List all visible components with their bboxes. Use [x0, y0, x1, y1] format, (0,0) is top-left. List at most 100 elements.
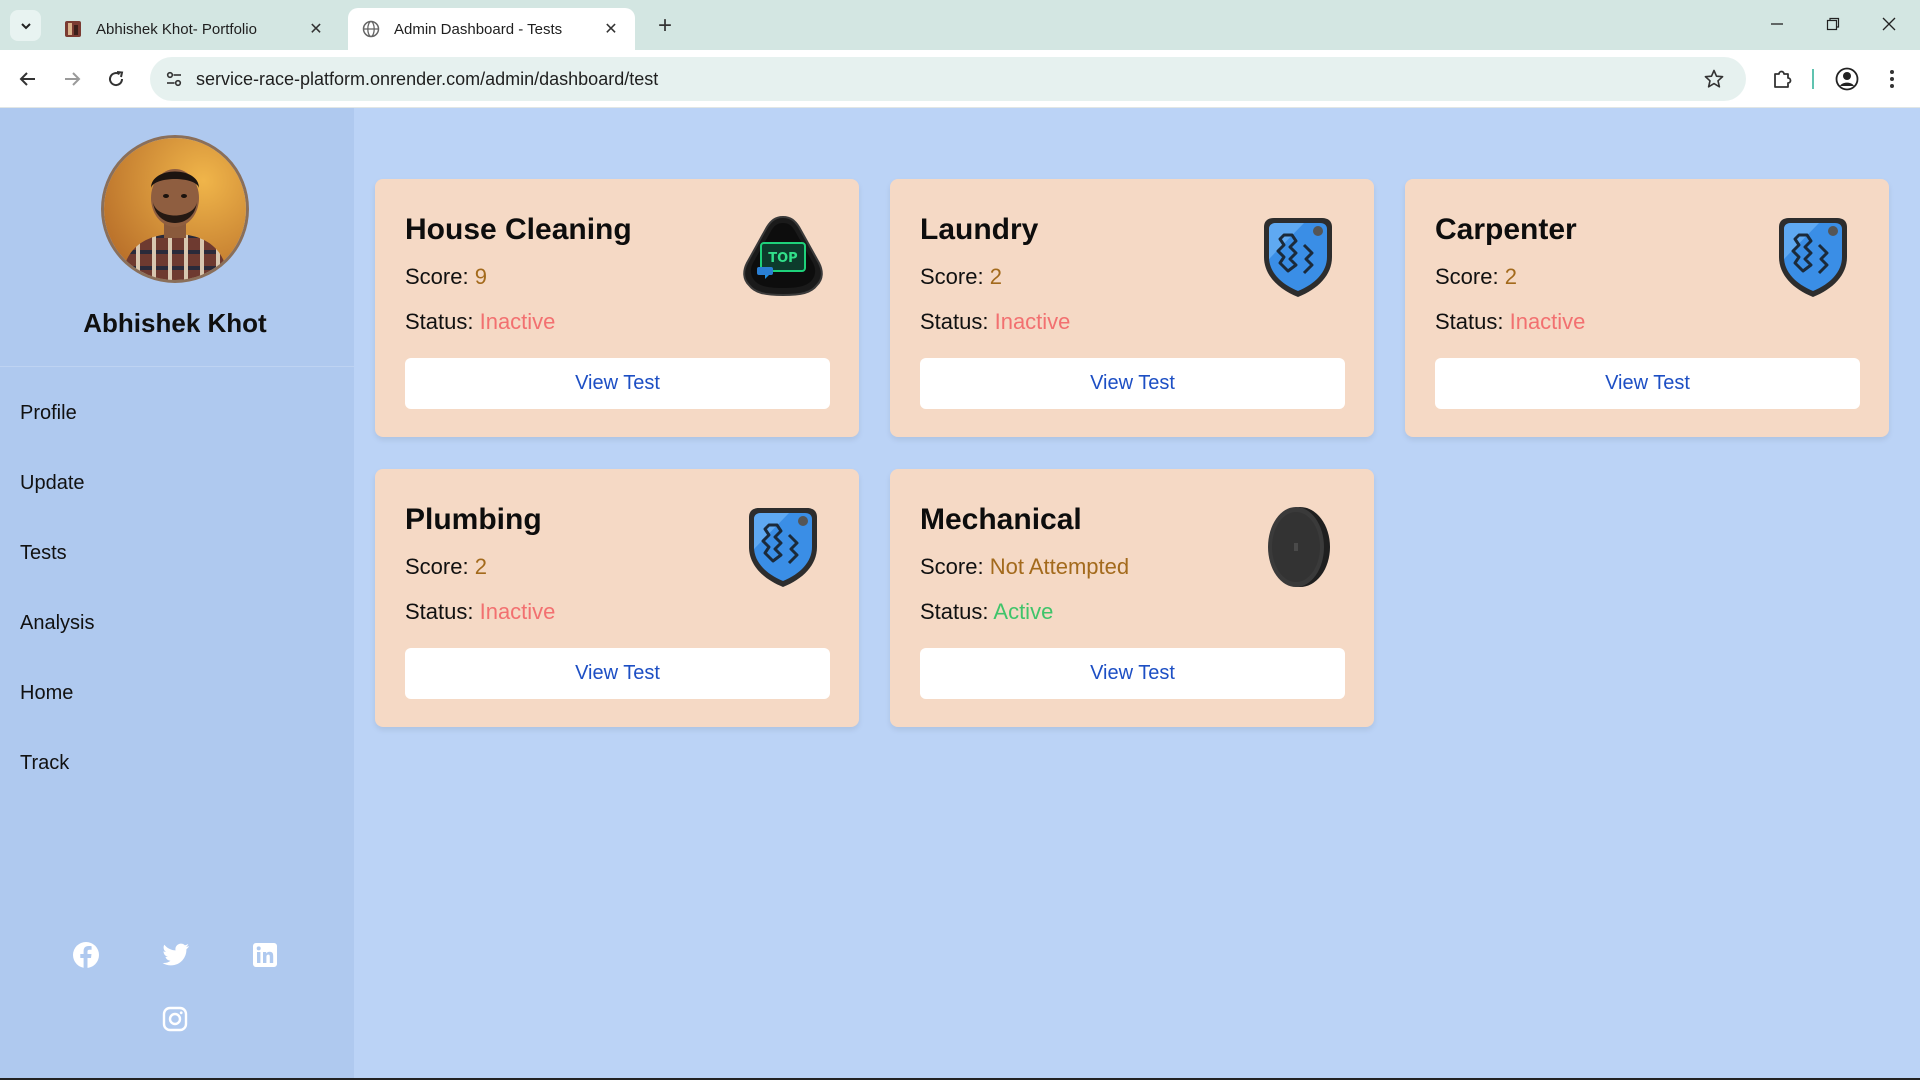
- sidebar-item-track[interactable]: Track: [0, 728, 354, 798]
- status-value: Inactive: [994, 309, 1071, 334]
- account-icon: [1835, 67, 1859, 91]
- close-icon[interactable]: ✕: [601, 19, 621, 39]
- status-line: Status: Inactive: [920, 309, 1070, 335]
- bookmark-star-icon[interactable]: [1702, 67, 1726, 91]
- tab-title: Abhishek Khot- Portfolio: [96, 20, 257, 38]
- status-label: Status:: [1435, 309, 1510, 334]
- status-line: Status: Active: [920, 599, 1053, 625]
- shield-badge-icon: [1254, 213, 1342, 301]
- card-title: Laundry: [920, 213, 1039, 246]
- globe-icon: [362, 20, 380, 38]
- avatar: [101, 135, 249, 283]
- restore-icon: [1826, 17, 1840, 31]
- toolbar-divider: [1812, 69, 1814, 89]
- restore-button[interactable]: [1810, 6, 1856, 42]
- test-card-plumbing: Plumbing Score: 2 Status: Inactive View …: [375, 469, 859, 727]
- profile-name: Abhishek Khot: [83, 308, 267, 338]
- top-badge-icon: TOP: [739, 213, 827, 301]
- status-label: Status:: [405, 309, 480, 334]
- puzzle-icon: [1774, 70, 1792, 88]
- site-info-icon[interactable]: [160, 65, 188, 93]
- test-card-mechanical: Mechanical Score: Not Attempted Status: …: [890, 469, 1374, 727]
- score-label: Score:: [1435, 264, 1505, 289]
- more-vertical-icon: [1890, 70, 1894, 88]
- score-value: 2: [989, 264, 1002, 289]
- status-value: Inactive: [479, 599, 556, 624]
- sidebar-item-home[interactable]: Home: [0, 658, 354, 728]
- view-test-button[interactable]: View Test: [920, 648, 1345, 699]
- view-test-button[interactable]: View Test: [405, 648, 830, 699]
- status-value: Inactive: [479, 309, 556, 334]
- sidebar-nav: Profile Update Tests Analysis Home Track: [0, 378, 354, 798]
- browser-tabstrip: Abhishek Khot- Portfolio ✕ Admin Dashboa…: [0, 0, 1920, 50]
- score-value: Not Attempted: [989, 554, 1130, 579]
- status-label: Status:: [405, 599, 480, 624]
- tab-admin-dashboard[interactable]: Admin Dashboard - Tests ✕: [348, 8, 635, 50]
- test-card-house-cleaning: House Cleaning Score: 9 Status: Inactive…: [375, 179, 859, 437]
- reload-icon: [109, 71, 124, 87]
- minimize-icon: [1771, 23, 1783, 25]
- view-test-button[interactable]: View Test: [1435, 358, 1860, 409]
- linkedin-icon[interactable]: [250, 940, 280, 970]
- score-value: 2: [474, 554, 487, 579]
- score-label: Score:: [405, 554, 475, 579]
- extensions-button[interactable]: [1766, 63, 1798, 95]
- score-value: 9: [474, 264, 487, 289]
- status-value: Inactive: [1509, 309, 1586, 334]
- minimize-button[interactable]: [1754, 6, 1800, 42]
- status-line: Status: Inactive: [405, 599, 555, 625]
- sidebar: Abhishek Khot Profile Update Tests Analy…: [0, 108, 354, 1078]
- score-line: Score: 2: [1435, 264, 1517, 290]
- card-title: Carpenter: [1435, 213, 1577, 246]
- back-button[interactable]: [12, 63, 44, 95]
- view-test-button[interactable]: View Test: [920, 358, 1345, 409]
- sidebar-item-analysis[interactable]: Analysis: [0, 588, 354, 658]
- url-text[interactable]: service-race-platform.onrender.com/admin…: [196, 69, 658, 90]
- score-line: Score: 9: [405, 264, 487, 290]
- sidebar-item-update[interactable]: Update: [0, 448, 354, 518]
- close-icon[interactable]: ✕: [306, 19, 326, 39]
- status-value: Active: [993, 599, 1054, 624]
- score-line: Score: 2: [405, 554, 487, 580]
- forward-button[interactable]: [56, 63, 88, 95]
- browser-toolbar: service-race-platform.onrender.com/admin…: [0, 50, 1920, 108]
- instagram-icon[interactable]: [160, 1004, 190, 1034]
- test-card-carpenter: Carpenter Score: 2 Status: Inactive View…: [1405, 179, 1889, 437]
- score-line: Score: Not Attempted: [920, 554, 1129, 580]
- svg-text:TOP: TOP: [768, 251, 797, 266]
- address-bar[interactable]: service-race-platform.onrender.com/admin…: [150, 57, 1746, 101]
- chevron-down-icon: [20, 22, 31, 29]
- sidebar-item-profile[interactable]: Profile: [0, 378, 354, 448]
- reload-button[interactable]: [100, 63, 132, 95]
- status-label: Status:: [920, 599, 994, 624]
- status-line: Status: Inactive: [405, 309, 555, 335]
- new-tab-button[interactable]: +: [652, 12, 678, 39]
- sidebar-divider: [0, 366, 354, 367]
- card-title: House Cleaning: [405, 213, 632, 246]
- score-line: Score: 2: [920, 264, 1002, 290]
- test-card-laundry: Laundry Score: 2 Status: Inactive View T…: [890, 179, 1374, 437]
- score-value: 2: [1504, 264, 1517, 289]
- card-title: Plumbing: [405, 503, 542, 536]
- menu-button[interactable]: [1876, 63, 1908, 95]
- sidebar-item-tests[interactable]: Tests: [0, 518, 354, 588]
- tab-search-button[interactable]: [10, 10, 41, 41]
- score-label: Score:: [920, 264, 990, 289]
- score-label: Score:: [920, 554, 990, 579]
- tab-title: Admin Dashboard - Tests: [394, 20, 563, 38]
- arrow-left-icon: [19, 72, 35, 86]
- portfolio-favicon-icon: [64, 20, 82, 38]
- twitter-icon[interactable]: [161, 940, 191, 970]
- status-label: Status:: [920, 309, 995, 334]
- shield-badge-icon: [1769, 213, 1857, 301]
- arrow-right-icon: [65, 72, 81, 86]
- score-label: Score:: [405, 264, 475, 289]
- tab-portfolio[interactable]: Abhishek Khot- Portfolio ✕: [50, 8, 340, 50]
- status-line: Status: Inactive: [1435, 309, 1585, 335]
- window-close-button[interactable]: [1866, 6, 1912, 42]
- view-test-button[interactable]: View Test: [405, 358, 830, 409]
- facebook-icon[interactable]: [71, 940, 101, 970]
- shield-badge-icon: [739, 503, 827, 591]
- locked-coin-badge-icon: [1254, 503, 1342, 591]
- profile-button[interactable]: [1831, 63, 1863, 95]
